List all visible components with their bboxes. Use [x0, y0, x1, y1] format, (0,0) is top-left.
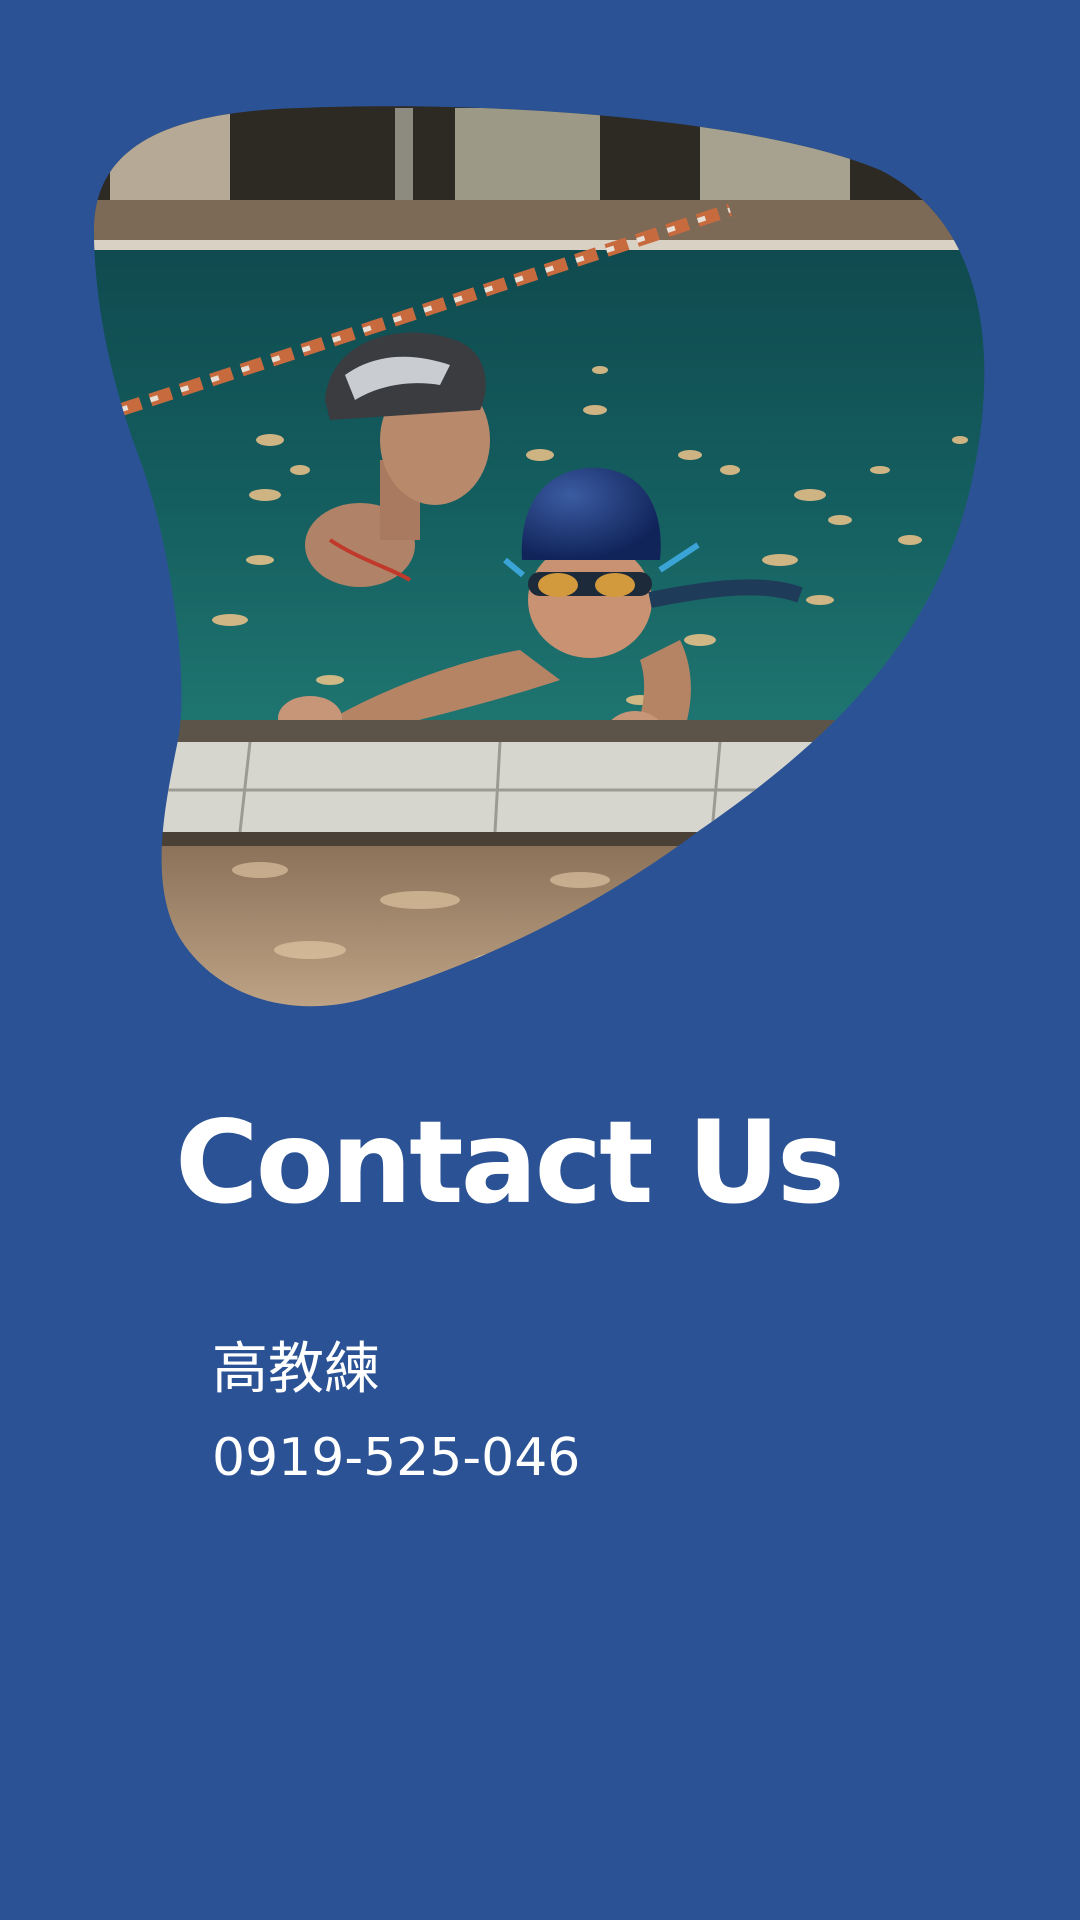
- swimming-lesson-photo: [94, 106, 985, 1007]
- contact-name: 高教練: [212, 1337, 380, 1402]
- page-title: Contact Us: [175, 1096, 845, 1229]
- phone-number[interactable]: 0919-525-046: [212, 1420, 580, 1496]
- contact-page: Contact Us 高教練 0919-525-046: [0, 0, 1080, 1920]
